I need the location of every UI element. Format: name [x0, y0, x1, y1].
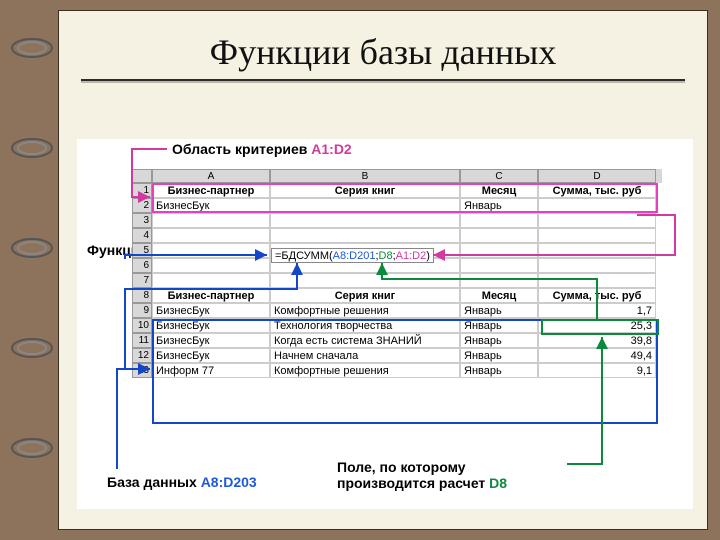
table-row: 13Информ 77Комфортные решенияЯнварь9,1	[132, 363, 662, 378]
cell[interactable]: Месяц	[460, 183, 538, 198]
cell[interactable]	[460, 273, 538, 288]
row-header: 5	[132, 243, 152, 258]
cell[interactable]: БизнесБук	[152, 333, 270, 348]
cell[interactable]: Информ 77	[152, 363, 270, 378]
cell[interactable]: 25,3	[538, 318, 656, 333]
cell[interactable]	[538, 243, 656, 258]
cell[interactable]: Серия книг	[270, 183, 460, 198]
cell[interactable]	[460, 243, 538, 258]
cell[interactable]	[152, 273, 270, 288]
cell[interactable]: Январь	[460, 303, 538, 318]
table-row: 3	[132, 213, 662, 228]
cell[interactable]	[460, 228, 538, 243]
cell[interactable]: Сумма, тыс. руб	[538, 288, 656, 303]
table-row: 7	[132, 273, 662, 288]
cell[interactable]	[538, 273, 656, 288]
slide-title: Функции базы данных	[59, 11, 707, 79]
cell[interactable]: 1,7	[538, 303, 656, 318]
cell[interactable]	[460, 213, 538, 228]
cell[interactable]	[538, 258, 656, 273]
cell[interactable]	[152, 228, 270, 243]
cell[interactable]: 49,4	[538, 348, 656, 363]
cell[interactable]: 39,8	[538, 333, 656, 348]
cell[interactable]	[152, 243, 270, 258]
label-database: База данных A8:D203	[107, 474, 257, 490]
row-header: 10	[132, 318, 152, 333]
table-row: 9БизнесБукКомфортные решенияЯнварь1,7	[132, 303, 662, 318]
table-row: 12БизнесБукНачнем сначалаЯнварь49,4	[132, 348, 662, 363]
row-header: 3	[132, 213, 152, 228]
cell[interactable]	[270, 213, 460, 228]
row-header: 9	[132, 303, 152, 318]
cell[interactable]: Начнем сначала	[270, 348, 460, 363]
table-row: 4	[132, 228, 662, 243]
diagram: Область критериев A1:D2 Функция База дан…	[77, 139, 693, 509]
table-row: 1Бизнес-партнерСерия книгМесяцСумма, тыс…	[132, 183, 662, 198]
cell[interactable]: Комфортные решения	[270, 303, 460, 318]
cell[interactable]	[270, 273, 460, 288]
table-row: 11БизнесБукКогда есть система ЗНАНИЙЯнва…	[132, 333, 662, 348]
label-field: Поле, по которому производится расчет D8	[337, 459, 567, 491]
slide: Функции базы данных Область критериев A1…	[58, 10, 708, 530]
row-header: 4	[132, 228, 152, 243]
column-headers: A B C D	[132, 169, 662, 183]
table-row: 10БизнесБукТехнология творчестваЯнварь25…	[132, 318, 662, 333]
cell[interactable]: Январь	[460, 363, 538, 378]
cell[interactable]: БизнесБук	[152, 198, 270, 213]
cell[interactable]: Январь	[460, 318, 538, 333]
cell[interactable]: Месяц	[460, 288, 538, 303]
row-header: 13	[132, 363, 152, 378]
cell[interactable]: Сумма, тыс. руб	[538, 183, 656, 198]
row-header: 2	[132, 198, 152, 213]
cell[interactable]: Технология творчества	[270, 318, 460, 333]
cell[interactable]: Бизнес-партнер	[152, 288, 270, 303]
title-rule	[81, 79, 685, 81]
cell[interactable]	[538, 198, 656, 213]
cell[interactable]	[270, 198, 460, 213]
spreadsheet: A B C D 1Бизнес-партнерСерия книгМесяцСу…	[132, 169, 662, 378]
row-header: 1	[132, 183, 152, 198]
row-header: 12	[132, 348, 152, 363]
table-row: 8Бизнес-партнерСерия книгМесяцСумма, тыс…	[132, 288, 662, 303]
formula-cell[interactable]: =БДСУММ(A8:D201;D8;A1:D2)	[271, 248, 434, 263]
cell[interactable]: Бизнес-партнер	[152, 183, 270, 198]
cell[interactable]: 9,1	[538, 363, 656, 378]
cell[interactable]: Январь	[460, 198, 538, 213]
cell[interactable]: Серия книг	[270, 288, 460, 303]
cell[interactable]: БизнесБук	[152, 348, 270, 363]
row-header: 8	[132, 288, 152, 303]
cell[interactable]: Когда есть система ЗНАНИЙ	[270, 333, 460, 348]
cell[interactable]	[538, 228, 656, 243]
cell[interactable]	[460, 258, 538, 273]
cell[interactable]: Январь	[460, 348, 538, 363]
cell[interactable]	[152, 258, 270, 273]
cell[interactable]	[152, 213, 270, 228]
cell[interactable]: Комфортные решения	[270, 363, 460, 378]
row-header: 11	[132, 333, 152, 348]
row-header: 6	[132, 258, 152, 273]
cell[interactable]: Январь	[460, 333, 538, 348]
cell[interactable]: БизнесБук	[152, 303, 270, 318]
cell[interactable]: БизнесБук	[152, 318, 270, 333]
label-criteria: Область критериев A1:D2	[172, 141, 352, 157]
cell[interactable]	[538, 213, 656, 228]
cell[interactable]	[270, 228, 460, 243]
table-row: 2БизнесБук Январь	[132, 198, 662, 213]
spiral-binding	[10, 35, 60, 535]
row-header: 7	[132, 273, 152, 288]
